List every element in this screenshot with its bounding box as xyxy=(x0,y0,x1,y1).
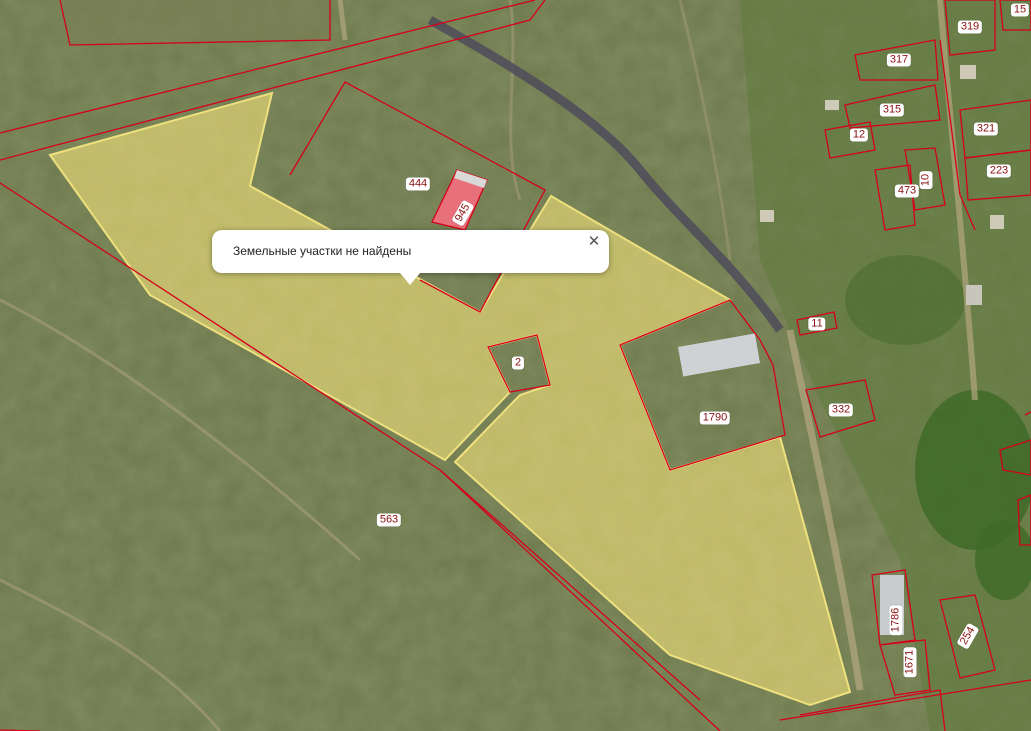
parcel-label-1786[interactable]: 1786 xyxy=(889,604,903,636)
parcel-label-563[interactable]: 563 xyxy=(376,513,402,527)
parcel-label-319[interactable]: 319 xyxy=(957,20,983,34)
parcel-label-315[interactable]: 315 xyxy=(879,103,905,117)
map-view[interactable]: 444 945 2 1790 563 11 332 319 15 317 315… xyxy=(0,0,1031,731)
info-popup: Земельные участки не найдены ✕ xyxy=(212,230,609,285)
popup-pointer xyxy=(400,273,420,285)
parcel-label-10[interactable]: 10 xyxy=(919,170,933,190)
parcel-label-473[interactable]: 473 xyxy=(894,184,920,198)
parcel-label-12[interactable]: 12 xyxy=(849,128,869,142)
parcel-label-11[interactable]: 11 xyxy=(808,317,826,331)
parcel-label-317[interactable]: 317 xyxy=(886,53,912,67)
parcel-label-2[interactable]: 2 xyxy=(511,356,525,370)
parcel-label-444[interactable]: 444 xyxy=(405,177,431,191)
parcel-label-1671[interactable]: 1671 xyxy=(903,646,917,678)
popup-message: Земельные участки не найдены xyxy=(233,244,412,258)
parcel-label-1790[interactable]: 1790 xyxy=(699,411,731,425)
parcel-label-321[interactable]: 321 xyxy=(973,122,999,136)
close-icon[interactable]: ✕ xyxy=(586,234,602,250)
parcel-label-223[interactable]: 223 xyxy=(986,164,1012,178)
parcel-label-332[interactable]: 332 xyxy=(828,403,854,417)
parcel-label-15[interactable]: 15 xyxy=(1010,3,1030,17)
